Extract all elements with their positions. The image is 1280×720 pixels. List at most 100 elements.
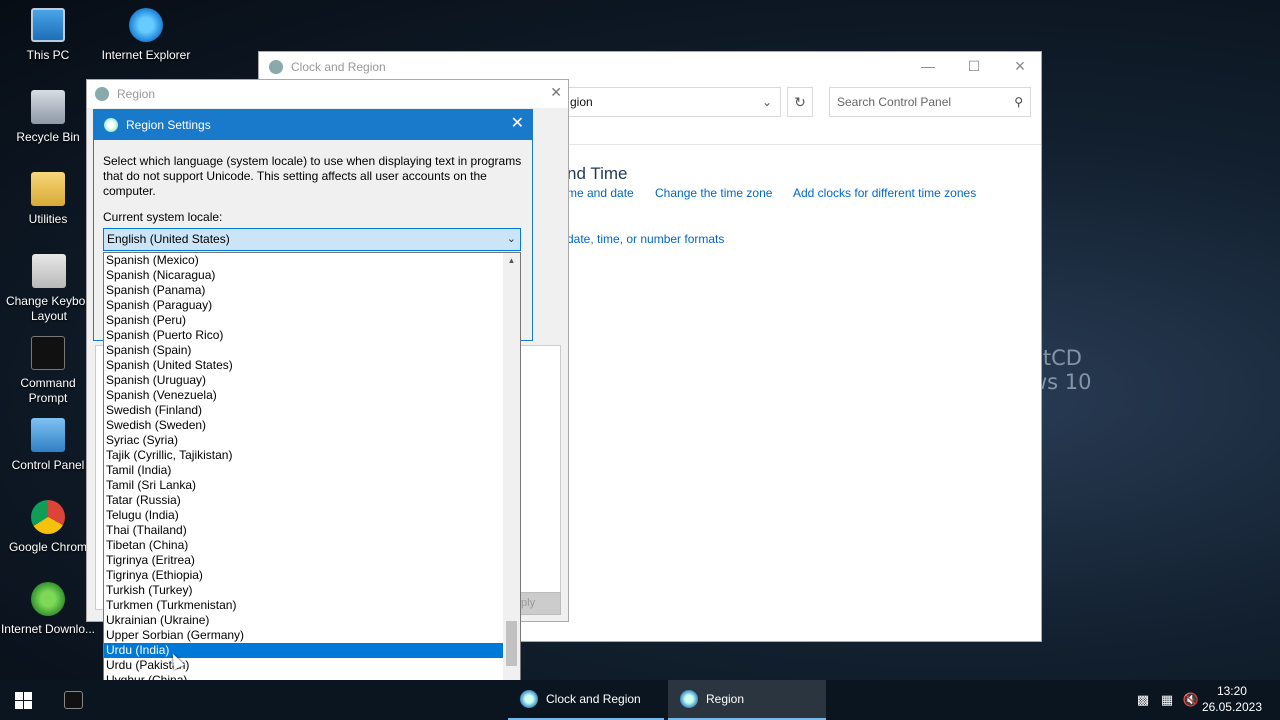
locale-option[interactable]: Ukrainian (Ukraine) [104, 613, 504, 628]
window-title: Clock and Region [291, 60, 386, 74]
taskbar: Clock and Region Region ▩ ▦ 🔇 13:20 26.0… [0, 680, 1280, 720]
desktop-icon-label: Command Prompt [20, 376, 76, 405]
search-input[interactable]: Search Control Panel ⚲ [829, 87, 1031, 117]
locale-option[interactable]: Spanish (Puerto Rico) [104, 328, 504, 343]
scroll-up-icon[interactable]: ▲ [503, 253, 520, 268]
locale-option[interactable]: Spanish (United States) [104, 358, 504, 373]
locale-option[interactable]: Spanish (Panama) [104, 283, 504, 298]
desktop-icon-control-panel[interactable]: Control Panel [0, 418, 96, 473]
scrollbar[interactable]: ▲ ▼ [503, 253, 520, 702]
clock-region-icon [520, 690, 538, 708]
color-app-icon[interactable]: ▦ [1158, 680, 1176, 720]
search-placeholder: Search Control Panel [837, 95, 952, 109]
locale-option[interactable]: Tamil (India) [104, 463, 504, 478]
locale-option[interactable]: Turkmen (Turkmenistan) [104, 598, 504, 613]
control-panel-icon [31, 418, 65, 452]
locale-option[interactable]: Spanish (Nicaragua) [104, 268, 504, 283]
scrollbar-thumb[interactable] [506, 621, 517, 666]
link-change-time-zone[interactable]: Change the time zone [655, 186, 772, 200]
close-button[interactable]: ✕ [550, 84, 562, 101]
locale-option[interactable]: Tamil (Sri Lanka) [104, 478, 504, 493]
locale-option[interactable]: Tigrinya (Eritrea) [104, 553, 504, 568]
locale-options: Spanish (Mexico) Spanish (Nicaragua) Spani… [104, 253, 504, 702]
search-icon: ⚲ [1014, 95, 1023, 109]
taskbar-clock[interactable]: 13:20 26.05.2023 [1202, 683, 1262, 715]
desktop-icon-keyboard-layout[interactable]: Change Keyboa Layout [0, 254, 98, 324]
locale-option[interactable]: Tigrinya (Ethiopia) [104, 568, 504, 583]
close-button[interactable]: × [997, 52, 1043, 82]
locale-option[interactable]: Tajik (Cyrillic, Tajikistan) [104, 448, 504, 463]
locale-label: Current system locale: [103, 210, 223, 224]
desktop-icon-label: Internet Explorer [101, 48, 191, 62]
selected-locale: English (United States) [107, 232, 230, 246]
locale-option[interactable]: Syriac (Syria) [104, 433, 504, 448]
locale-option[interactable]: Tatar (Russia) [104, 493, 504, 508]
locale-option[interactable]: Spanish (Peru) [104, 313, 504, 328]
address-bar[interactable]: gion ⌄ [549, 87, 781, 117]
desktop-icon-label: Change Keyboa Layout [5, 294, 93, 323]
locale-option[interactable]: Spanish (Spain) [104, 343, 504, 358]
start-button[interactable] [0, 680, 48, 720]
desktop-icon-label: This PC [26, 48, 70, 62]
desktop-icon-chrome[interactable]: Google Chrom [0, 500, 96, 555]
command-prompt-icon [64, 691, 83, 709]
desktop-icon-label: Internet Downlo... [0, 622, 96, 636]
taskbar-task-clock-region[interactable]: Clock and Region [508, 680, 664, 720]
keyboard-icon [32, 254, 66, 288]
locale-option[interactable]: Telugu (India) [104, 508, 504, 523]
desktop-icon-internet-explorer[interactable]: Internet Explorer [98, 8, 194, 63]
link-change-formats[interactable]: date, time, or number formats [567, 232, 724, 246]
locale-option[interactable]: Upper Sorbian (Germany) [104, 628, 504, 643]
locale-dropdown-list[interactable]: Spanish (Mexico) Spanish (Nicaragua) Spani… [103, 252, 521, 703]
region-icon [680, 690, 698, 708]
chrome-icon [31, 500, 65, 534]
locale-option[interactable]: Turkish (Turkey) [104, 583, 504, 598]
chevron-down-icon[interactable]: ⌄ [762, 88, 772, 116]
link-set-time-date[interactable]: me and date [567, 186, 634, 200]
region-settings-icon [104, 118, 118, 132]
clock-time: 13:20 [1216, 684, 1247, 698]
desktop-icon-command-prompt[interactable]: Command Prompt [0, 336, 96, 406]
dialog-description: Select which language (system locale) to… [103, 154, 522, 198]
locale-option[interactable]: Urdu (Pakistan) [104, 658, 504, 673]
region-icon [95, 87, 109, 101]
taskbar-task-region[interactable]: Region [668, 680, 826, 720]
dialog-titlebar[interactable]: Region Settings [94, 110, 532, 140]
locale-option[interactable]: Spanish (Paraguay) [104, 298, 504, 313]
dialog-title: Region Settings [126, 118, 211, 132]
clock-region-icon [269, 60, 283, 74]
locale-option[interactable]: Spanish (Uruguay) [104, 373, 504, 388]
desktop-icon-recycle-bin[interactable]: Recycle Bin [0, 90, 96, 145]
system-locale-select[interactable]: English (United States) ⌄ [103, 228, 521, 251]
maximize-button[interactable]: ☐ [951, 52, 997, 82]
close-button[interactable]: ✕ [511, 114, 524, 134]
minimize-button[interactable]: — [905, 52, 951, 82]
clock-date: 26.05.2023 [1201, 700, 1262, 714]
desktop-icon-download-manager[interactable]: Internet Downlo... [0, 582, 96, 637]
address-text: gion [570, 95, 593, 109]
window-title: Region [117, 87, 156, 101]
recycle-bin-icon [31, 90, 65, 124]
command-prompt-icon [31, 336, 65, 370]
this-pc-icon [31, 8, 65, 42]
taskbar-app-cmd[interactable] [50, 680, 98, 720]
windows-logo-icon [15, 692, 32, 709]
refresh-button[interactable]: ↻ [787, 87, 813, 117]
window-titlebar[interactable]: Region [87, 80, 568, 108]
network-icon[interactable]: ▩ [1134, 680, 1152, 720]
volume-muted-icon[interactable]: 🔇 [1182, 680, 1200, 720]
locale-option[interactable]: Swedish (Finland) [104, 403, 504, 418]
internet-explorer-icon [129, 8, 163, 42]
desktop-icon-this-pc[interactable]: This PC [0, 8, 96, 63]
task-label: Region [706, 692, 745, 706]
chevron-down-icon[interactable]: ⌄ [507, 229, 516, 250]
desktop-icon-label: Control Panel [11, 458, 85, 472]
locale-option[interactable]: Urdu (India) [104, 643, 504, 658]
locale-option[interactable]: Spanish (Mexico) [104, 253, 504, 268]
locale-option[interactable]: Tibetan (China) [104, 538, 504, 553]
desktop-icon-utilities[interactable]: Utilities [0, 172, 96, 227]
link-add-clocks[interactable]: Add clocks for different time zones [793, 186, 976, 200]
locale-option[interactable]: Swedish (Sweden) [104, 418, 504, 433]
locale-option[interactable]: Thai (Thailand) [104, 523, 504, 538]
locale-option[interactable]: Spanish (Venezuela) [104, 388, 504, 403]
